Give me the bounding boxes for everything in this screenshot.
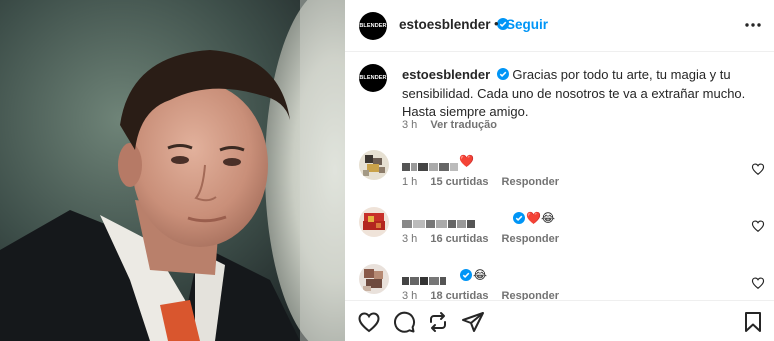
- comment-time: 1 h: [402, 176, 418, 188]
- caption-meta: 3 h Ver tradução: [402, 119, 497, 131]
- reply-button[interactable]: Responder: [502, 233, 559, 245]
- caption-avatar[interactable]: BLENDER: [359, 64, 387, 92]
- avatar-label: BLENDER: [359, 75, 387, 81]
- comment-meta: 3 h 16 curtidas Responder: [402, 233, 559, 245]
- comment-time: 3 h: [402, 233, 418, 245]
- verified-badge-icon: [513, 212, 525, 224]
- reply-button[interactable]: Responder: [502, 176, 559, 188]
- heart-icon[interactable]: [751, 276, 765, 290]
- author-username[interactable]: estoesblender: [399, 17, 510, 32]
- comment-emoji: 😂: [473, 268, 488, 282]
- post-action-bar: [345, 300, 774, 341]
- comment-emoji: ❤️😂: [526, 211, 555, 225]
- heart-icon[interactable]: [357, 310, 381, 334]
- post-photo: [0, 0, 345, 341]
- commenter-name-redacted[interactable]: [402, 158, 459, 171]
- author-username-text: estoesblender: [399, 17, 491, 32]
- caption-username[interactable]: estoesblender: [402, 67, 490, 82]
- verified-badge-icon: [460, 269, 472, 281]
- comment-likes[interactable]: 16 curtidas: [430, 233, 488, 245]
- more-options-icon[interactable]: [743, 15, 763, 35]
- comment-item: ❤️ 1 h 15 curtidas Responder: [345, 150, 774, 206]
- comment-item: ❤️😂 3 h 16 curtidas Responder: [345, 207, 774, 263]
- heart-icon[interactable]: [751, 219, 765, 233]
- avatar-label: BLENDER: [359, 23, 387, 29]
- verified-badge-icon: [496, 68, 509, 80]
- author-avatar[interactable]: BLENDER: [359, 12, 387, 40]
- commenter-name-redacted[interactable]: [402, 272, 447, 285]
- comment-emoji: ❤️: [459, 154, 474, 168]
- follow-button[interactable]: Seguir: [506, 17, 548, 32]
- caption-body: estoesblender Gracias por todo tu arte, …: [402, 66, 762, 122]
- comment-meta: 1 h 15 curtidas Responder: [402, 176, 559, 188]
- post-side-panel: BLENDER estoesblender • Seguir BLENDER e…: [345, 0, 774, 341]
- post-header: BLENDER estoesblender • Seguir: [345, 0, 774, 52]
- see-translation-link[interactable]: Ver tradução: [430, 119, 497, 131]
- commenter-avatar[interactable]: [359, 150, 389, 180]
- separator-dot: •: [494, 16, 499, 31]
- bookmark-icon[interactable]: [741, 310, 765, 334]
- caption-time: 3 h: [402, 119, 418, 131]
- comment-icon[interactable]: [392, 310, 416, 334]
- commenter-avatar[interactable]: [359, 264, 389, 294]
- share-icon[interactable]: [461, 310, 485, 334]
- repost-icon[interactable]: [426, 310, 450, 334]
- commenter-name-redacted[interactable]: [402, 215, 476, 228]
- heart-icon[interactable]: [751, 162, 765, 176]
- commenter-avatar[interactable]: [359, 207, 389, 237]
- comment-likes[interactable]: 15 curtidas: [430, 176, 488, 188]
